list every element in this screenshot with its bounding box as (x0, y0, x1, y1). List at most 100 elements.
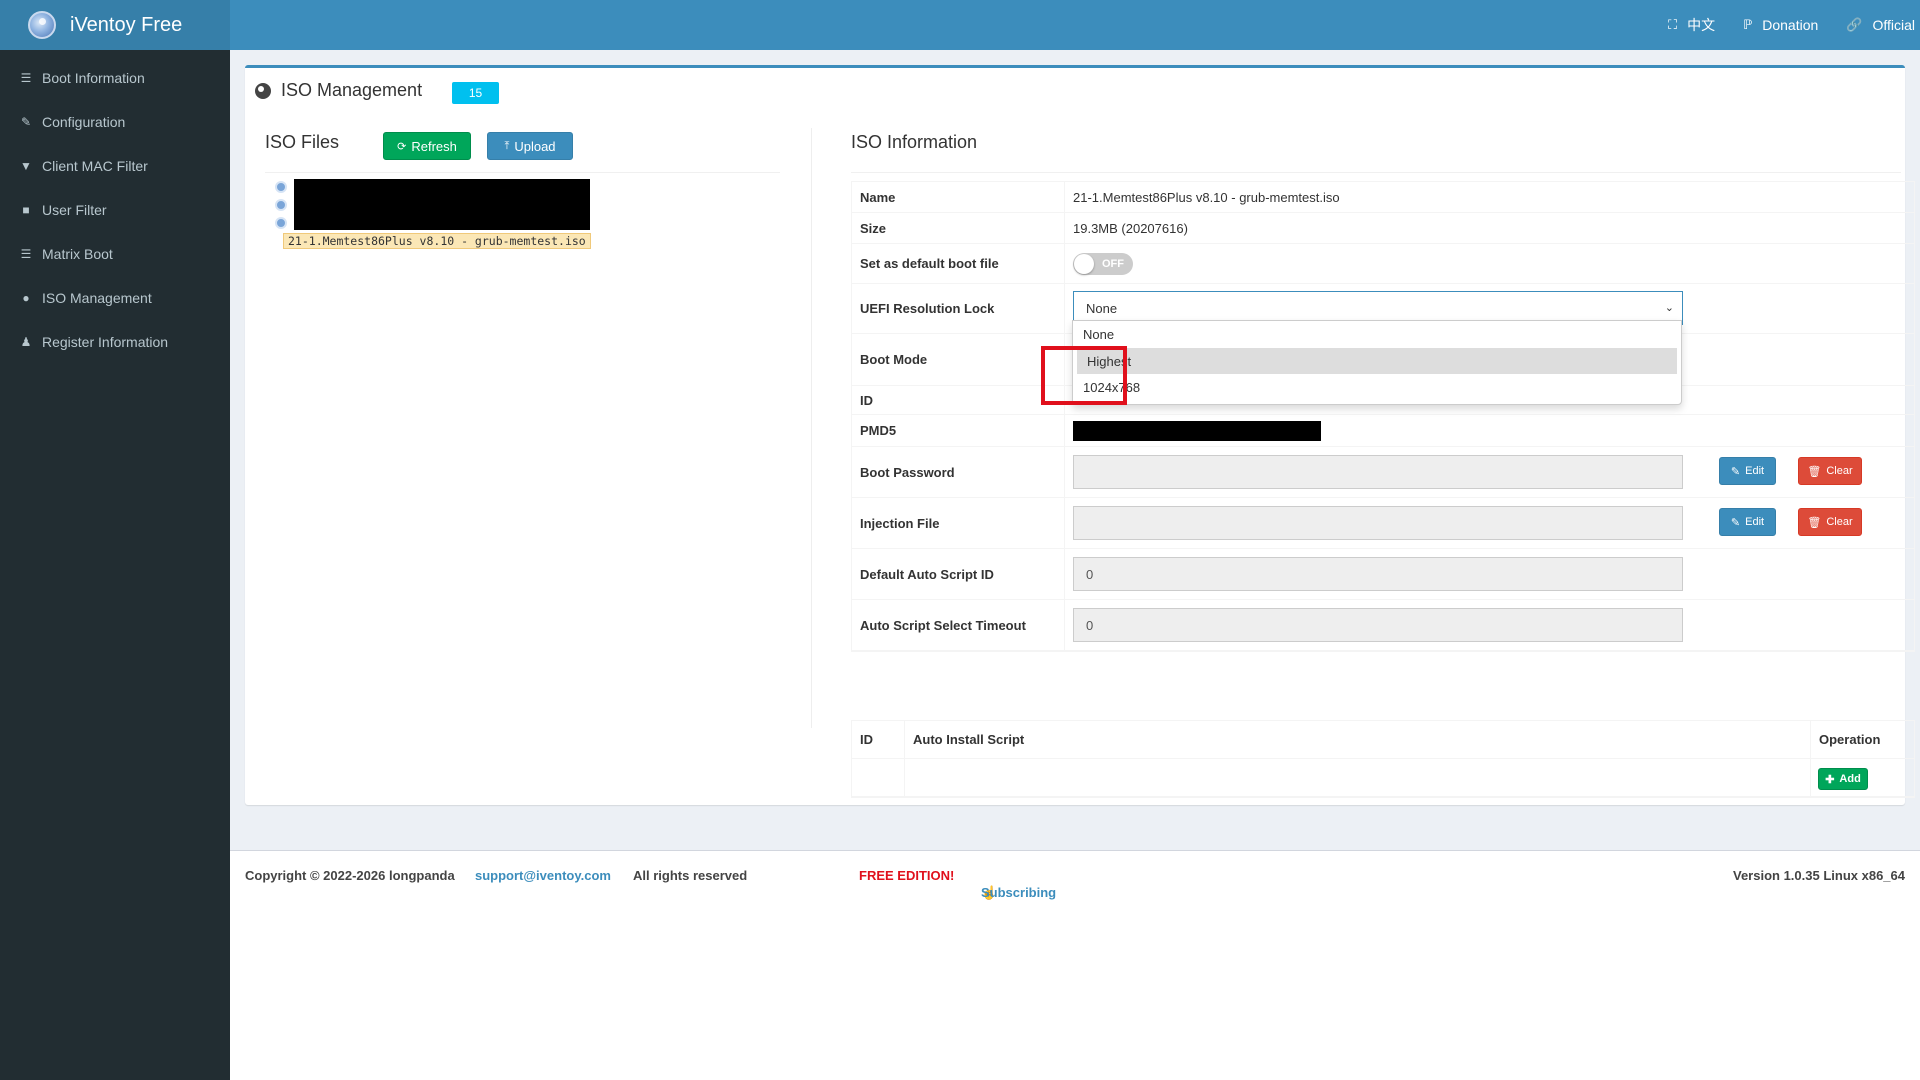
language-label: 中文 (1687, 17, 1716, 33)
size-label: Size (852, 213, 1065, 243)
sidebar-item-configuration[interactable]: ✎ Configuration (0, 100, 230, 144)
name-value: 21-1.Memtest86Plus v8.10 - grub-memtest.… (1073, 189, 1340, 205)
clear-injection-file-button[interactable]: 🗑 Clear (1798, 508, 1862, 536)
uefi-resolution-label: UEFI Resolution Lock (852, 284, 1065, 333)
user-icon: ♟ (20, 335, 32, 349)
clear-boot-password-button[interactable]: 🗑 Clear (1798, 457, 1862, 485)
upload-button[interactable]: ⤒ Upload (487, 132, 573, 160)
language-icon: ⛶ (1667, 17, 1678, 32)
row-auto-script-timeout: Auto Script Select Timeout 0 (852, 600, 1914, 651)
table-cell (852, 759, 905, 796)
edit-label: Edit (1745, 465, 1765, 477)
default-auto-script-field[interactable]: 0 (1073, 557, 1683, 591)
chevron-down-icon: ⌄ (1664, 302, 1674, 314)
table-row: ✚ Add (852, 759, 1914, 797)
redacted-pmd5 (1073, 421, 1321, 441)
sidebar-item-boot-information[interactable]: ☰ Boot Information (0, 56, 230, 100)
trash-icon: 🗑 (1807, 516, 1822, 529)
list-icon: ☰ (20, 71, 32, 85)
upload-icon: ⤒ (504, 139, 510, 152)
tree-node-icon (275, 217, 287, 229)
sidebar-item-iso-management[interactable]: ● ISO Management (0, 276, 230, 320)
selected-iso-file[interactable]: 21-1.Memtest86Plus v8.10 - grub-memtest.… (283, 233, 591, 249)
edit-label: Edit (1745, 516, 1765, 528)
auto-script-timeout-field[interactable]: 0 (1073, 608, 1683, 642)
sidebar-item-label: Client MAC Filter (42, 158, 148, 174)
sidebar-item-matrix-boot[interactable]: ☰ Matrix Boot (0, 232, 230, 276)
filter-icon: ▼ (20, 159, 32, 173)
sidebar: ☰ Boot Information ✎ Configuration ▼ Cli… (0, 50, 230, 1080)
row-name: Name 21-1.Memtest86Plus v8.10 - grub-mem… (852, 182, 1914, 213)
iso-count-badge: 15 (452, 82, 499, 104)
wrench-icon: ✎ (20, 115, 32, 129)
divider (265, 172, 780, 173)
page-title: ISO Management (255, 80, 422, 101)
list-icon: ☰ (20, 247, 32, 261)
donation-label: Donation (1762, 17, 1819, 33)
page-title-text: ISO Management (281, 80, 423, 100)
trash-icon: 🗑 (1807, 465, 1822, 478)
sidebar-item-register-information[interactable]: ♟ Register Information (0, 320, 230, 364)
sidebar-item-label: Boot Information (42, 70, 145, 86)
language-link[interactable]: ⛶ 中文 (1668, 15, 1715, 35)
injection-file-field[interactable] (1073, 506, 1683, 540)
refresh-button[interactable]: ⟳ Refresh (383, 132, 471, 160)
clear-label: Clear (1826, 465, 1853, 477)
redacted-block (294, 179, 590, 230)
column-header-id: ID (852, 721, 905, 758)
tree-node-icon (275, 199, 287, 211)
default-boot-toggle[interactable]: OFF (1073, 253, 1133, 275)
globe-icon (255, 82, 271, 99)
boot-password-field[interactable] (1073, 455, 1683, 489)
table-header-row: ID Auto Install Script Operation (852, 721, 1914, 759)
sidebar-item-client-mac-filter[interactable]: ▼ Client MAC Filter (0, 144, 230, 188)
official-link[interactable]: 🔗 Official (1846, 17, 1915, 33)
option-highest[interactable]: Highest (1077, 348, 1677, 374)
iso-files-heading: ISO Files (265, 132, 340, 152)
default-auto-script-label: Default Auto Script ID (852, 549, 1065, 599)
refresh-icon: ⟳ (397, 140, 407, 153)
sidebar-item-user-filter[interactable]: ■ User Filter (0, 188, 230, 232)
globe-icon: ● (22, 291, 30, 305)
uefi-resolution-value: None (1086, 300, 1118, 316)
iso-info-table: Name 21-1.Memtest86Plus v8.10 - grub-mem… (851, 181, 1915, 652)
support-email-link[interactable]: support@iventoy.com (475, 868, 611, 883)
tree-node-icon (275, 181, 287, 193)
vertical-divider (811, 128, 812, 728)
tree-node-selected[interactable]: 21-1.Memtest86Plus v8.10 - grub-memtest.… (275, 232, 591, 250)
app-title: iVentoy Free (70, 13, 183, 36)
iso-management-box: ISO Management 15 ISO Files ⟳ Refresh ⤒ … (245, 65, 1915, 805)
row-pmd5: PMD5 (852, 415, 1914, 447)
row-default-boot: Set as default boot file OFF (852, 244, 1914, 284)
row-default-auto-script: Default Auto Script ID 0 (852, 549, 1914, 600)
size-value: 19.3MB (20207616) (1073, 220, 1188, 236)
free-edition-text: FREE EDITION! (859, 868, 955, 883)
page-background (230, 900, 1920, 1080)
sidebar-item-label: User Filter (42, 202, 107, 218)
option-1024x768[interactable]: 1024x768 (1073, 374, 1679, 400)
row-size: Size 19.3MB (20207616) (852, 213, 1914, 244)
auto-install-script-table: ID Auto Install Script Operation ✚ Add (851, 720, 1915, 798)
sidebar-item-label: ISO Management (42, 290, 152, 306)
top-header: iVentoy Free ⛶ 中文 ℙ Donation 🔗 Official (0, 0, 1920, 50)
auto-script-timeout-label: Auto Script Select Timeout (852, 600, 1065, 650)
main-content: ISO Management 15 ISO Files ⟳ Refresh ⤒ … (230, 50, 1920, 1080)
paypal-icon: ℙ (1743, 17, 1753, 32)
edit-injection-file-button[interactable]: ✎ Edit (1719, 508, 1776, 536)
edit-icon: ✎ (1730, 465, 1741, 478)
option-none[interactable]: None (1073, 321, 1679, 347)
add-script-button[interactable]: ✚ Add (1818, 768, 1868, 790)
edit-boot-password-button[interactable]: ✎ Edit (1719, 457, 1776, 485)
app-logo[interactable]: iVentoy Free (0, 0, 230, 50)
rights-text: All rights reserved (633, 868, 748, 883)
official-label: Official (1872, 17, 1915, 33)
row-injection-file: Injection File ✎ Edit 🗑 Clear (852, 498, 1914, 549)
column-header-operation: Operation (1819, 732, 1881, 747)
footer: Copyright © 2022-2026 longpanda support@… (230, 850, 1920, 975)
injection-file-label: Injection File (852, 498, 1065, 548)
link-icon: 🔗 (1846, 17, 1863, 32)
boot-mode-label: Boot Mode (852, 334, 1065, 385)
donation-link[interactable]: ℙ Donation (1743, 17, 1818, 33)
table-cell: ✚ Add (1811, 759, 1914, 796)
toggle-knob (1074, 254, 1094, 274)
